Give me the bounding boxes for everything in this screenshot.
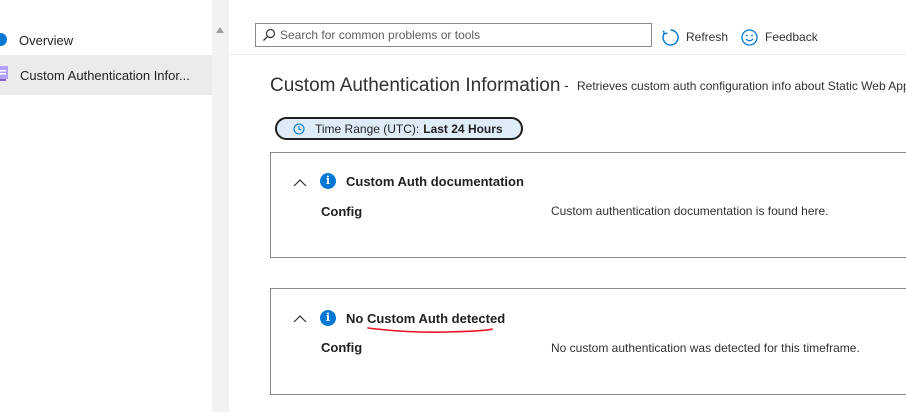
info-icon — [0, 33, 7, 46]
card-title: Custom Auth documentation — [346, 174, 524, 189]
smiley-icon — [741, 28, 758, 46]
page-title: Custom Authentication Information — [270, 75, 561, 96]
feedback-label: Feedback — [765, 30, 818, 44]
sidebar-item-custom-auth[interactable]: Custom Authentication Infor... — [0, 55, 212, 95]
time-range-picker[interactable]: Time Range (UTC): Last 24 Hours — [275, 117, 523, 140]
card-row-value: Custom authentication documentation is f… — [551, 204, 829, 218]
sidebar-item-label: Custom Authentication Infor... — [20, 67, 190, 83]
refresh-icon — [662, 28, 679, 46]
chevron-up-icon[interactable] — [293, 314, 307, 323]
search-icon — [263, 28, 276, 41]
red-underline-annotation — [367, 327, 493, 333]
search-input[interactable] — [280, 28, 640, 42]
insight-card-no-custom-auth: i No Custom Auth detected Config No cust… — [270, 288, 906, 395]
page-description: Retrieves custom auth configuration info… — [577, 79, 906, 93]
refresh-button[interactable]: Refresh — [661, 26, 728, 48]
time-range-value: Last 24 Hours — [423, 121, 503, 136]
sidebar: Overview Custom Authentication Infor... — [0, 0, 212, 412]
info-icon: i — [320, 310, 336, 326]
clock-icon — [293, 122, 305, 135]
scroll-up-icon[interactable] — [216, 27, 224, 33]
chevron-up-icon[interactable] — [293, 178, 307, 187]
custom-auth-icon — [0, 66, 8, 81]
info-icon: i — [320, 173, 336, 189]
sidebar-scrollbar[interactable] — [212, 0, 229, 412]
refresh-label: Refresh — [686, 30, 729, 44]
search-box[interactable] — [255, 23, 652, 47]
card-row-label: Config — [321, 340, 363, 355]
card-row-label: Config — [321, 204, 363, 219]
title-separator: - — [564, 77, 569, 93]
time-range-prefix: Time Range (UTC): — [315, 121, 420, 136]
toolbar-divider — [229, 54, 906, 55]
card-title: No Custom Auth detected — [346, 311, 506, 326]
insight-card-documentation: i Custom Auth documentation Config Custo… — [270, 152, 906, 258]
sidebar-item-overview[interactable]: Overview — [0, 22, 212, 58]
card-row-value: No custom authentication was detected fo… — [551, 341, 860, 355]
feedback-button[interactable]: Feedback — [740, 26, 818, 48]
sidebar-item-label: Overview — [19, 32, 74, 48]
